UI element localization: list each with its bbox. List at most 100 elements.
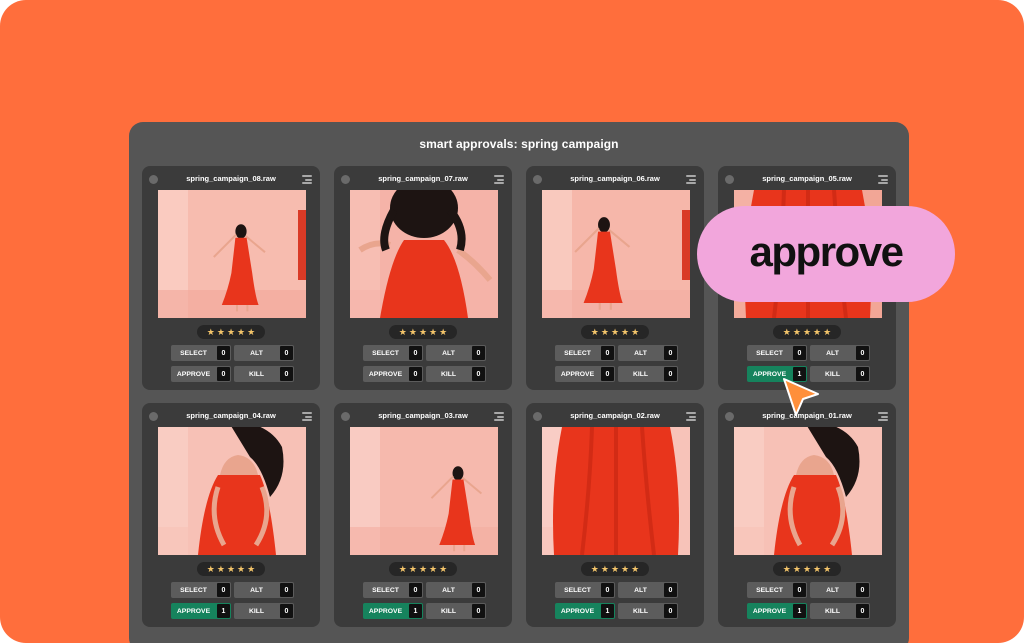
star-icon[interactable]: ★ <box>823 327 831 337</box>
star-icon[interactable]: ★ <box>601 564 609 574</box>
star-rating[interactable]: ★ ★ ★ ★ ★ <box>197 562 265 576</box>
star-icon[interactable]: ★ <box>217 564 225 574</box>
star-rating[interactable]: ★ ★ ★ ★ ★ <box>581 562 649 576</box>
photo-thumbnail[interactable] <box>350 190 498 318</box>
photo-thumbnail[interactable] <box>542 190 690 318</box>
photo-card-02[interactable]: spring_campaign_02.raw ★ ★ ★ ★ ★ SELECT 0 ALT… <box>526 403 704 627</box>
select-button[interactable]: SELECT 0 <box>555 345 615 361</box>
star-rating[interactable]: ★ ★ ★ ★ ★ <box>197 325 265 339</box>
select-button[interactable]: SELECT 0 <box>555 582 615 598</box>
star-rating[interactable]: ★ ★ ★ ★ ★ <box>773 562 841 576</box>
star-icon[interactable]: ★ <box>419 564 427 574</box>
kill-button[interactable]: KILL 0 <box>618 366 678 382</box>
menu-lines-icon[interactable] <box>302 175 312 184</box>
star-icon[interactable]: ★ <box>207 327 215 337</box>
alt-button[interactable]: ALT 0 <box>618 345 678 361</box>
star-icon[interactable]: ★ <box>237 327 245 337</box>
star-rating[interactable]: ★ ★ ★ ★ ★ <box>773 325 841 339</box>
star-icon[interactable]: ★ <box>591 564 599 574</box>
select-button[interactable]: SELECT 0 <box>747 582 807 598</box>
approve-button[interactable]: APPROVE 0 <box>363 366 423 382</box>
star-icon[interactable]: ★ <box>803 327 811 337</box>
star-rating[interactable]: ★ ★ ★ ★ ★ <box>581 325 649 339</box>
star-icon[interactable]: ★ <box>793 327 801 337</box>
star-icon[interactable]: ★ <box>813 327 821 337</box>
photo-card-04[interactable]: spring_campaign_04.raw ★ ★ ★ ★ ★ SELECT 0 ALT… <box>142 403 320 627</box>
kill-button[interactable]: KILL 0 <box>426 603 486 619</box>
photo-card-06[interactable]: spring_campaign_06.raw ★ ★ ★ ★ ★ SELECT 0 ALT… <box>526 166 704 390</box>
star-icon[interactable]: ★ <box>621 564 629 574</box>
star-icon[interactable]: ★ <box>621 327 629 337</box>
approve-button[interactable]: APPROVE 1 <box>171 603 231 619</box>
star-rating[interactable]: ★ ★ ★ ★ ★ <box>389 562 457 576</box>
star-icon[interactable]: ★ <box>823 564 831 574</box>
star-icon[interactable]: ★ <box>601 327 609 337</box>
star-icon[interactable]: ★ <box>439 327 447 337</box>
select-button[interactable]: SELECT 0 <box>171 345 231 361</box>
menu-lines-icon[interactable] <box>878 175 888 184</box>
select-button[interactable]: SELECT 0 <box>363 582 423 598</box>
kill-button[interactable]: KILL 0 <box>234 366 294 382</box>
star-icon[interactable]: ★ <box>429 564 437 574</box>
star-icon[interactable]: ★ <box>439 564 447 574</box>
alt-button[interactable]: ALT 0 <box>810 345 870 361</box>
kill-button[interactable]: KILL 0 <box>426 366 486 382</box>
alt-button[interactable]: ALT 0 <box>234 345 294 361</box>
photo-card-07[interactable]: spring_campaign_07.raw ★ ★ ★ ★ ★ SELECT 0 ALT… <box>334 166 512 390</box>
kill-button[interactable]: KILL 0 <box>810 603 870 619</box>
star-icon[interactable]: ★ <box>793 564 801 574</box>
kill-button[interactable]: KILL 0 <box>234 603 294 619</box>
alt-button[interactable]: ALT 0 <box>426 345 486 361</box>
approve-button[interactable]: APPROVE 1 <box>363 603 423 619</box>
photo-card-03[interactable]: spring_campaign_03.raw ★ ★ ★ ★ ★ SELECT 0 ALT… <box>334 403 512 627</box>
star-icon[interactable]: ★ <box>247 327 255 337</box>
star-icon[interactable]: ★ <box>409 327 417 337</box>
alt-button[interactable]: ALT 0 <box>810 582 870 598</box>
star-icon[interactable]: ★ <box>429 327 437 337</box>
photo-thumbnail[interactable] <box>158 427 306 555</box>
star-rating[interactable]: ★ ★ ★ ★ ★ <box>389 325 457 339</box>
menu-lines-icon[interactable] <box>494 412 504 421</box>
star-icon[interactable]: ★ <box>591 327 599 337</box>
select-button[interactable]: SELECT 0 <box>363 345 423 361</box>
approve-button[interactable]: APPROVE 1 <box>555 603 615 619</box>
select-button[interactable]: SELECT 0 <box>747 345 807 361</box>
star-icon[interactable]: ★ <box>813 564 821 574</box>
photo-thumbnail[interactable] <box>542 427 690 555</box>
alt-button[interactable]: ALT 0 <box>426 582 486 598</box>
star-icon[interactable]: ★ <box>237 564 245 574</box>
alt-button[interactable]: ALT 0 <box>618 582 678 598</box>
star-icon[interactable]: ★ <box>631 564 639 574</box>
star-icon[interactable]: ★ <box>803 564 811 574</box>
photo-thumbnail[interactable] <box>350 427 498 555</box>
star-icon[interactable]: ★ <box>247 564 255 574</box>
alt-button[interactable]: ALT 0 <box>234 582 294 598</box>
photo-thumbnail[interactable] <box>158 190 306 318</box>
approve-button[interactable]: APPROVE 0 <box>171 366 231 382</box>
select-button[interactable]: SELECT 0 <box>171 582 231 598</box>
star-icon[interactable]: ★ <box>631 327 639 337</box>
star-icon[interactable]: ★ <box>399 327 407 337</box>
photo-thumbnail[interactable] <box>734 427 882 555</box>
star-icon[interactable]: ★ <box>409 564 417 574</box>
photo-card-01[interactable]: spring_campaign_01.raw ★ ★ ★ ★ ★ SELECT 0 ALT… <box>718 403 896 627</box>
menu-lines-icon[interactable] <box>494 175 504 184</box>
star-icon[interactable]: ★ <box>611 327 619 337</box>
menu-lines-icon[interactable] <box>302 412 312 421</box>
menu-lines-icon[interactable] <box>686 175 696 184</box>
kill-button[interactable]: KILL 0 <box>618 603 678 619</box>
menu-lines-icon[interactable] <box>878 412 888 421</box>
photo-card-08[interactable]: spring_campaign_08.raw ★ ★ ★ ★ ★ SELECT 0 ALT… <box>142 166 320 390</box>
star-icon[interactable]: ★ <box>611 564 619 574</box>
star-icon[interactable]: ★ <box>783 564 791 574</box>
star-icon[interactable]: ★ <box>207 564 215 574</box>
star-icon[interactable]: ★ <box>399 564 407 574</box>
star-icon[interactable]: ★ <box>227 327 235 337</box>
star-icon[interactable]: ★ <box>419 327 427 337</box>
star-icon[interactable]: ★ <box>217 327 225 337</box>
approve-button[interactable]: APPROVE 1 <box>747 603 807 619</box>
approve-button[interactable]: APPROVE 0 <box>555 366 615 382</box>
star-icon[interactable]: ★ <box>783 327 791 337</box>
star-icon[interactable]: ★ <box>227 564 235 574</box>
menu-lines-icon[interactable] <box>686 412 696 421</box>
